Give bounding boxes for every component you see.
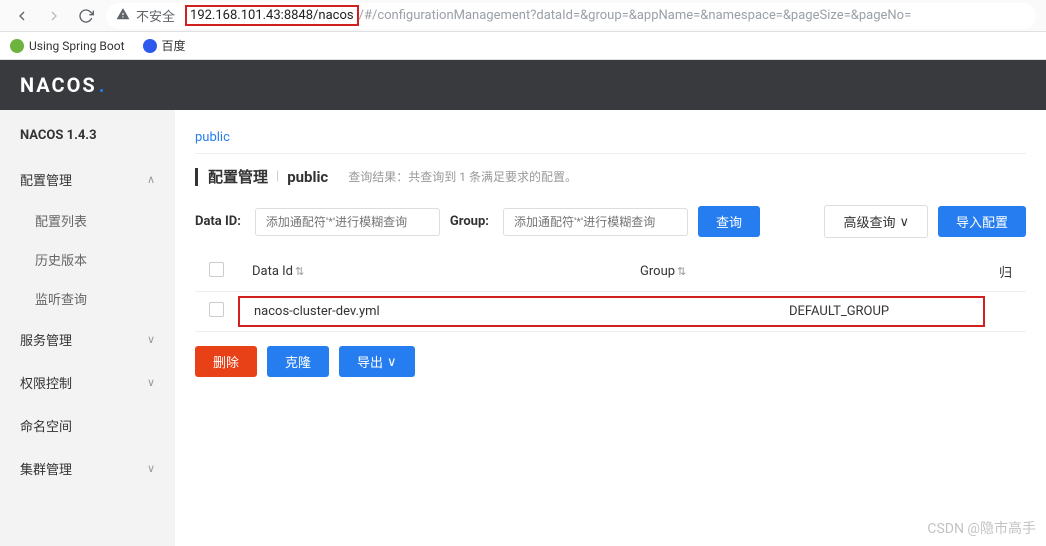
- cell-data-id: nacos-cluster-dev.yml: [254, 304, 789, 319]
- sidebar: NACOS 1.4.3 配置管理 ∧ 配置列表 历史版本 监听查询 服务管理 ∨…: [0, 110, 175, 546]
- group-label: Group:: [450, 214, 489, 229]
- url-host: 192.168.101.43:8848/nacos: [185, 5, 359, 26]
- baidu-icon: [143, 39, 157, 53]
- cell-group: DEFAULT_GROUP: [789, 304, 969, 319]
- sidebar-item-namespace[interactable]: 命名空间: [0, 404, 175, 447]
- namespace-public-link[interactable]: public: [195, 130, 230, 145]
- chevron-up-icon: ∧: [147, 173, 155, 186]
- query-result-info: 查询结果：共查询到 1 条满足要求的配置。: [348, 168, 577, 185]
- brand-logo: NACOS.: [20, 73, 107, 97]
- row-checkbox[interactable]: [209, 302, 224, 317]
- bookmark-baidu[interactable]: 百度: [143, 37, 186, 54]
- page-ns: public: [287, 168, 328, 186]
- menu-label: 配置管理: [20, 170, 72, 189]
- bookmark-label: Using Spring Boot: [29, 39, 125, 53]
- sort-icon: ⇅: [295, 265, 304, 278]
- title-sep: |: [276, 169, 279, 184]
- query-button[interactable]: 查询: [698, 206, 760, 237]
- data-id-input[interactable]: [255, 208, 440, 236]
- table-row[interactable]: nacos-cluster-dev.yml DEFAULT_GROUP: [195, 292, 1026, 332]
- col-group[interactable]: Group⇅: [626, 252, 985, 292]
- content: public 配置管理 | public 查询结果：共查询到 1 条满足要求的配…: [175, 110, 1046, 546]
- url-bar[interactable]: 不安全 192.168.101.43:8848/nacos /#/configu…: [106, 3, 1036, 29]
- export-button[interactable]: 导出 ∨: [339, 346, 415, 377]
- sidebar-item-config[interactable]: 配置管理 ∧: [0, 158, 175, 201]
- search-row: Data ID: Group: 查询 高级查询 ∨ 导入配置: [195, 197, 1026, 252]
- sidebar-title: NACOS 1.4.3: [0, 110, 175, 158]
- delete-button[interactable]: 删除: [195, 346, 257, 377]
- chevron-down-icon: ∨: [899, 214, 909, 230]
- chevron-down-icon: ∨: [147, 376, 155, 389]
- title-row: 配置管理 | public 查询结果：共查询到 1 条满足要求的配置。: [195, 154, 1026, 197]
- sidebar-item-config-list[interactable]: 配置列表: [0, 201, 175, 240]
- advanced-query-label: 高级查询: [843, 212, 895, 231]
- security-label: 不安全: [136, 6, 175, 25]
- spring-icon: [10, 39, 24, 53]
- group-input[interactable]: [503, 208, 688, 236]
- page-title: 配置管理: [208, 166, 268, 187]
- import-config-button[interactable]: 导入配置: [938, 206, 1026, 237]
- data-id-label: Data ID:: [195, 214, 241, 229]
- actions-row: 删除 克隆 导出 ∨: [195, 332, 1026, 391]
- title-bar-icon: [195, 168, 198, 186]
- sidebar-item-cluster[interactable]: 集群管理 ∨: [0, 447, 175, 490]
- sidebar-item-listen[interactable]: 监听查询: [0, 279, 175, 318]
- forward-button[interactable]: [42, 4, 66, 28]
- app-header: NACOS.: [0, 60, 1046, 110]
- sort-icon: ⇅: [677, 265, 686, 278]
- col-data-id[interactable]: Data Id⇅: [238, 252, 626, 292]
- sidebar-item-auth[interactable]: 权限控制 ∨: [0, 361, 175, 404]
- chevron-down-icon: ∨: [147, 462, 155, 475]
- menu-label: 集群管理: [20, 459, 72, 478]
- config-table: Data Id⇅ Group⇅ 归 nacos-cluster-dev.yml …: [195, 252, 1026, 332]
- menu-label: 服务管理: [20, 330, 72, 349]
- sidebar-item-service[interactable]: 服务管理 ∨: [0, 318, 175, 361]
- menu-label: 命名空间: [20, 416, 72, 435]
- menu-label: 权限控制: [20, 373, 72, 392]
- bookmark-spring[interactable]: Using Spring Boot: [10, 39, 125, 53]
- brand-text: NACOS: [20, 73, 97, 97]
- export-label: 导出: [357, 352, 383, 371]
- watermark: CSDN @隐市高手: [927, 518, 1036, 538]
- select-all-checkbox[interactable]: [209, 262, 224, 277]
- advanced-query-button[interactable]: 高级查询 ∨: [824, 205, 928, 238]
- col-owner: 归: [985, 252, 1026, 292]
- url-path: /#/configurationManagement?dataId=&group…: [359, 8, 912, 23]
- namespace-bar: public: [195, 122, 1026, 154]
- insecure-icon: [116, 7, 130, 25]
- back-button[interactable]: [10, 4, 34, 28]
- refresh-button[interactable]: [74, 4, 98, 28]
- clone-button[interactable]: 克隆: [267, 346, 329, 377]
- browser-toolbar: 不安全 192.168.101.43:8848/nacos /#/configu…: [0, 0, 1046, 32]
- bookmark-bar: Using Spring Boot 百度: [0, 32, 1046, 60]
- bookmark-label: 百度: [162, 37, 186, 54]
- chevron-down-icon: ∨: [147, 333, 155, 346]
- chevron-down-icon: ∨: [387, 354, 397, 370]
- sidebar-item-history[interactable]: 历史版本: [0, 240, 175, 279]
